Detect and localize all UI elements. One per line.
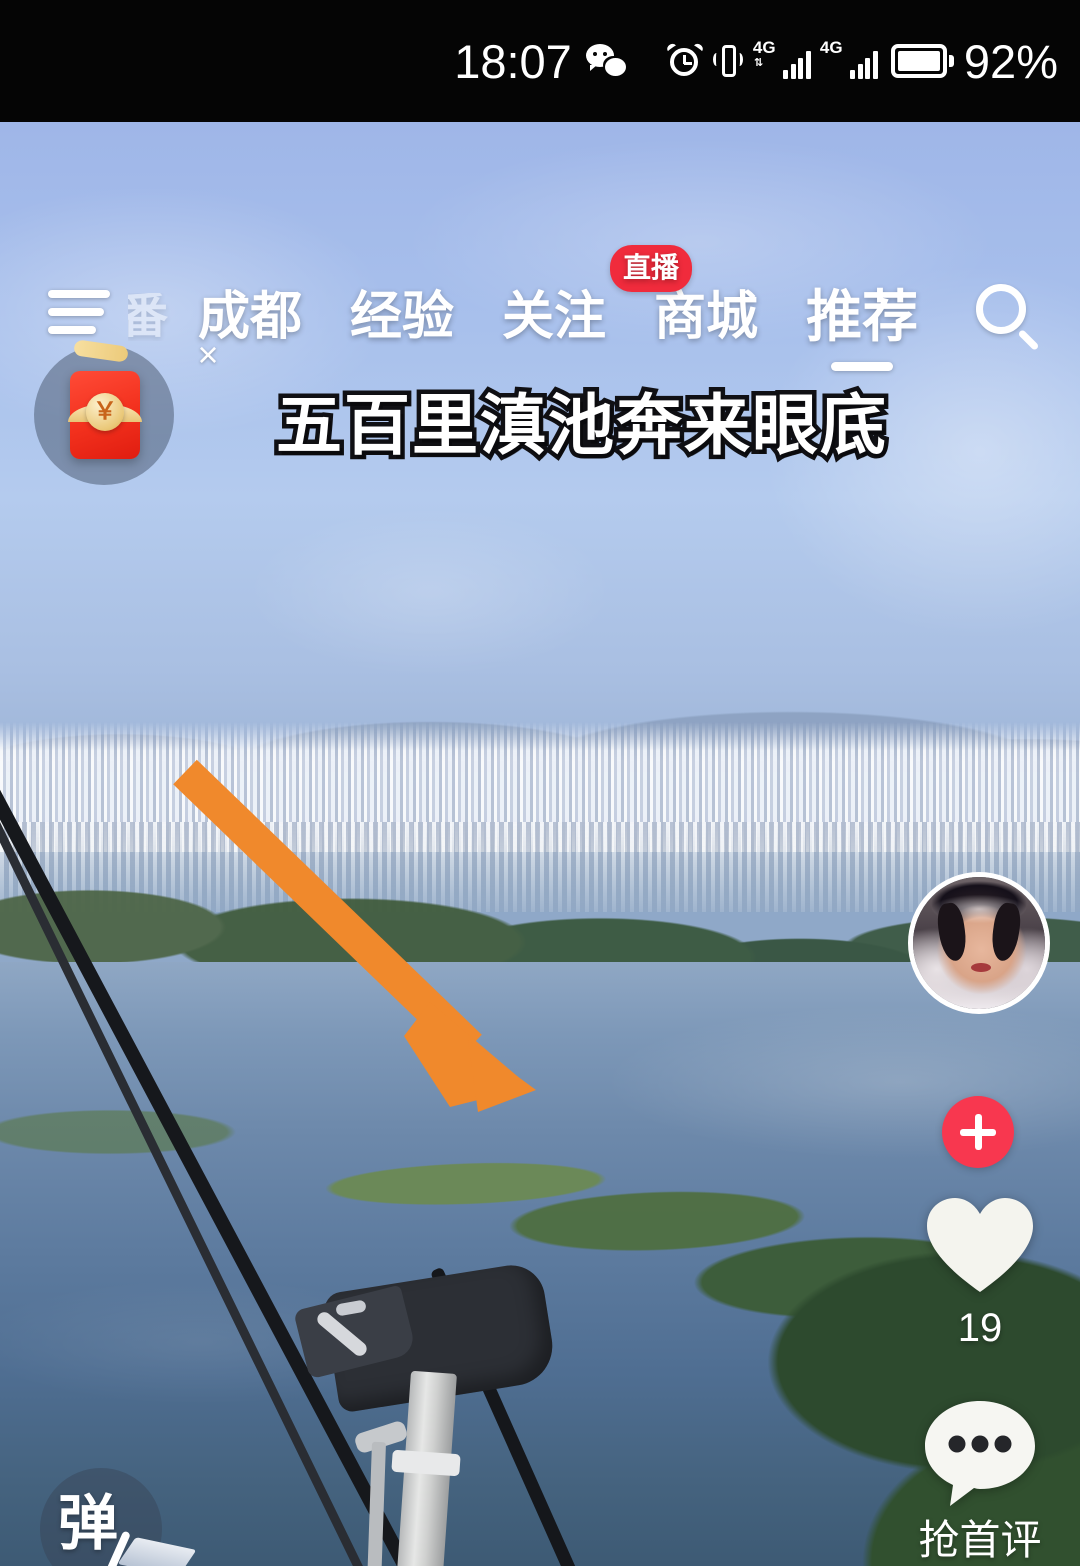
gondola-band-upper (391, 1449, 461, 1477)
wechat-icon (585, 44, 626, 78)
status-time: 18:07 (454, 34, 572, 88)
signal-4g-icon-1: 4G ⇅ (753, 39, 811, 83)
nav-tab-tuijian[interactable]: 推荐 (782, 289, 942, 371)
danmu-label: 弹 (58, 1490, 118, 1557)
comment-button[interactable]: 抢首评 (900, 1398, 1060, 1561)
active-tab-underline (831, 362, 894, 371)
nav-tab-partial[interactable]: 番 (128, 293, 174, 341)
nav-tab-shangcheng-label: 商城 (654, 288, 759, 346)
follow-button[interactable] (942, 1096, 1014, 1168)
heart-icon (927, 1198, 1033, 1292)
nav-tab-tuijian-label: 推荐 (806, 285, 919, 348)
signal-4g-icon-2: 4G (820, 39, 878, 83)
battery-icon (890, 44, 954, 78)
nav-tab-chengdu[interactable]: 成都 (174, 291, 326, 343)
search-icon[interactable] (974, 282, 1044, 352)
nav-tab-guanzhu[interactable]: 关注 (478, 291, 630, 343)
avatar-image (908, 872, 1050, 1014)
live-badge: 直播 (610, 245, 693, 292)
hamburger-menu-icon[interactable] (48, 290, 110, 336)
vibrate-icon (712, 42, 744, 80)
video-caption: 五百里滇池奔来眼底 (272, 388, 891, 463)
network-label-2: 4G (819, 38, 843, 57)
like-count: 19 (957, 1306, 1003, 1350)
red-packet-widget[interactable]: ￥ (34, 339, 174, 485)
phone-screen: 18:07 4G ⇅ 4G 92% 番 成都 经验 关注 直播 商城 推荐 ￥ … (0, 0, 1080, 1566)
top-navigation: 番 成都 经验 关注 直播 商城 推荐 (0, 122, 1080, 371)
yuan-coin-icon: ￥ (86, 393, 124, 431)
avatar[interactable] (908, 872, 1050, 1014)
network-label-1: 4G (752, 38, 776, 57)
nav-tab-shangcheng[interactable]: 直播 商城 (610, 245, 782, 346)
like-button[interactable]: 19 (900, 1196, 1060, 1348)
status-bar: 18:07 4G ⇅ 4G 92% (0, 0, 1080, 122)
status-bar-right: 4G ⇅ 4G 92% (665, 0, 1058, 122)
comment-label: 抢首评 (918, 1517, 1042, 1563)
comment-bubble-icon (925, 1401, 1035, 1506)
battery-percent: 92% (963, 34, 1058, 88)
nav-tab-jingyan[interactable]: 经验 (326, 291, 478, 343)
nav-tab-list: 番 成都 经验 关注 直播 商城 推荐 (128, 245, 942, 371)
alarm-icon (665, 41, 705, 79)
